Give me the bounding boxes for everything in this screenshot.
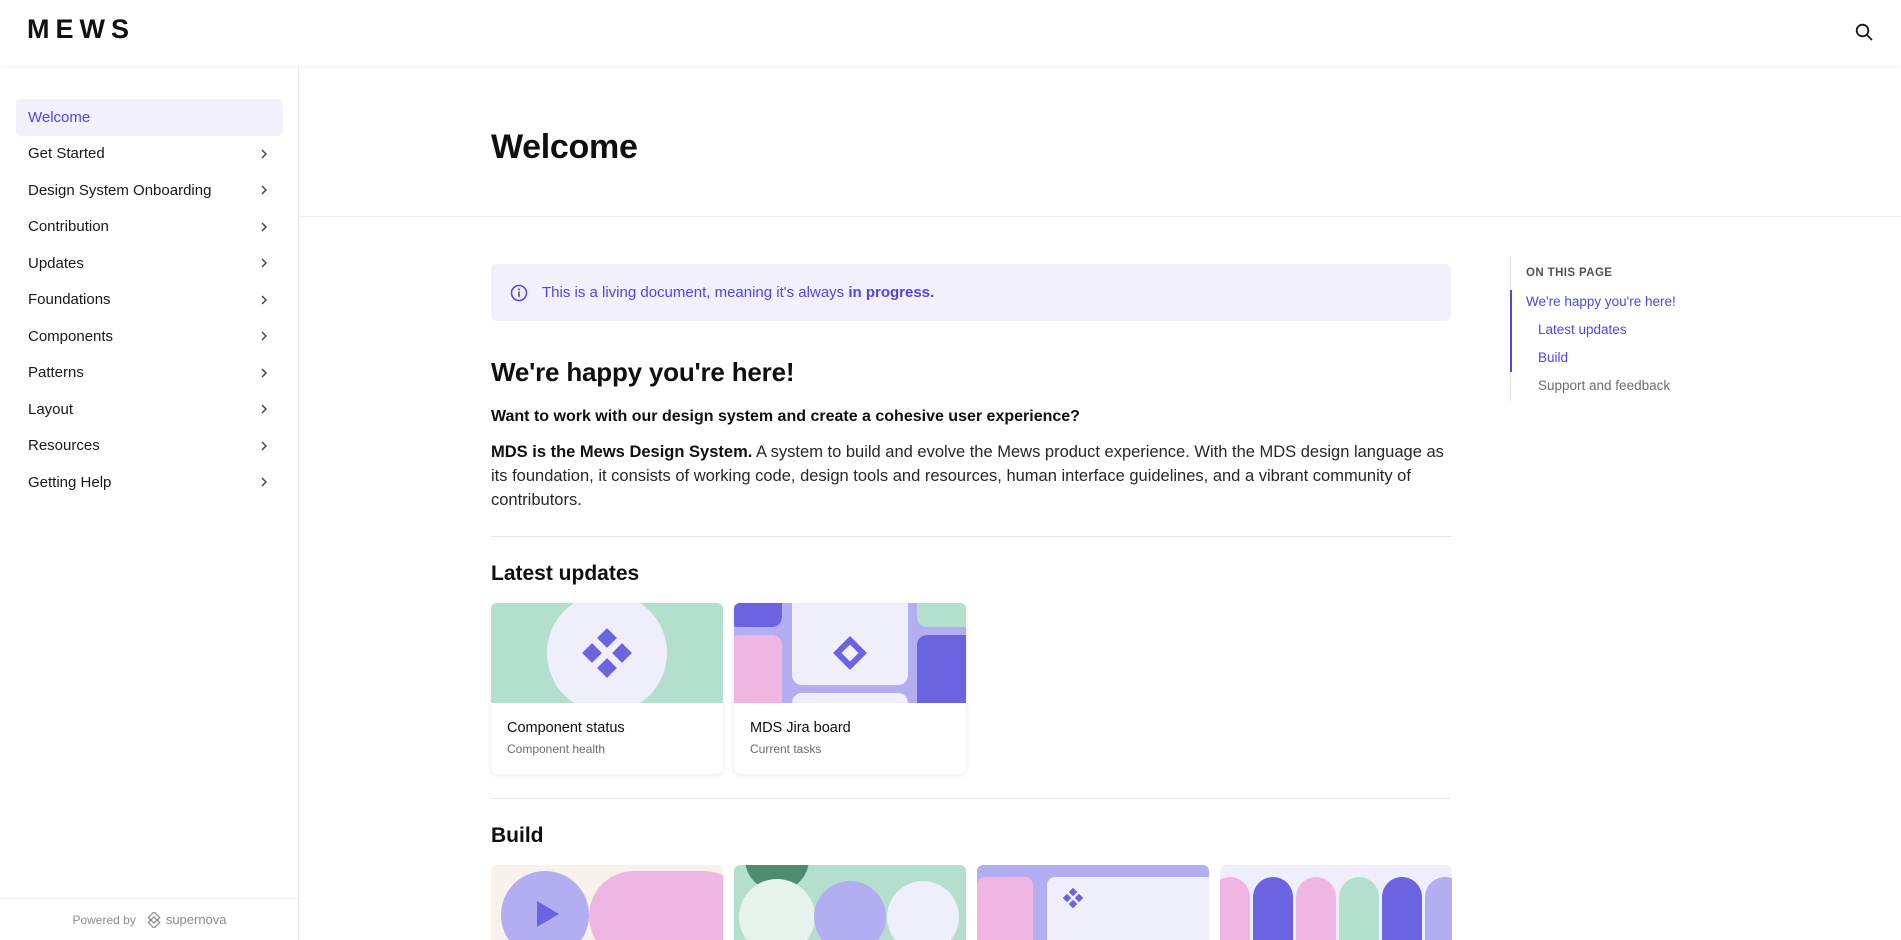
chevron-right-icon: [261, 222, 267, 232]
sidebar-item-contribution[interactable]: Contribution: [16, 209, 283, 246]
update-card-component-status[interactable]: Component status Component health: [491, 603, 723, 774]
supernova-brand-label: supernova: [165, 912, 227, 927]
sidebar-item-updates[interactable]: Updates: [16, 245, 283, 282]
sidebar-item-label: Updates: [28, 254, 84, 272]
sidebar-item-label: Layout: [28, 400, 74, 418]
sidebar-item-foundations[interactable]: Foundations: [16, 282, 283, 319]
callout-text-main: This is a living document, meaning it's …: [542, 284, 849, 301]
supernova-logo-icon: [147, 911, 161, 928]
update-card-jira-board[interactable]: MDS Jira board Current tasks: [734, 603, 966, 774]
section-heading-welcome: We're happy you're here!: [491, 357, 795, 387]
chevron-right-icon: [261, 404, 267, 414]
chevron-right-icon: [261, 477, 267, 487]
callout-text: This is a living document, meaning it's …: [542, 284, 934, 301]
sidebar-item-label: Getting Help: [28, 473, 112, 491]
intro-lead: Want to work with our design system and …: [491, 408, 1080, 425]
sidebar-item-layout[interactable]: Layout: [16, 391, 283, 428]
section-heading-latest-updates: Latest updates: [491, 562, 640, 585]
chevron-right-icon: [261, 258, 267, 268]
powered-by-footer: Powered by supernova: [0, 898, 299, 940]
chevron-right-icon: [261, 331, 267, 341]
build-card-2[interactable]: [734, 865, 966, 940]
card-illustration: [977, 865, 1209, 940]
sidebar-nav: Welcome Get Started Design System Onboar…: [16, 99, 283, 501]
toc-heading: ON THIS PAGE: [1526, 267, 1613, 279]
intro-paragraph-bold: MDS is the Mews Design System.: [491, 443, 753, 461]
section-heading-build: Build: [491, 824, 544, 847]
card-title: Component status: [507, 720, 625, 736]
sidebar-item-resources[interactable]: Resources: [16, 428, 283, 465]
supernova-link[interactable]: supernova: [146, 911, 227, 928]
divider: [491, 536, 1451, 537]
page-title: Welcome: [491, 128, 638, 166]
sidebar-item-welcome[interactable]: Welcome: [16, 99, 283, 136]
intro-paragraph: MDS is the Mews Design System. A system …: [491, 440, 1451, 512]
toc-item-happy[interactable]: We're happy you're here!: [1526, 294, 1676, 309]
card-illustration: [1220, 865, 1452, 940]
chevron-right-icon: [261, 185, 267, 195]
card-title: MDS Jira board: [750, 720, 851, 736]
callout-text-emphasis: in progress.: [848, 284, 935, 301]
chevron-right-icon: [261, 149, 267, 159]
sidebar-item-components[interactable]: Components: [16, 318, 283, 355]
toc-item-latest-updates[interactable]: Latest updates: [1538, 322, 1627, 337]
sidebar-item-design-system-onboarding[interactable]: Design System Onboarding: [16, 172, 283, 209]
card-subtitle: Component health: [507, 742, 606, 756]
sidebar-item-label: Foundations: [28, 291, 111, 309]
card-illustration: [491, 865, 723, 940]
toc-item-build[interactable]: Build: [1538, 350, 1568, 365]
info-callout: This is a living document, meaning it's …: [491, 264, 1451, 321]
toc-item-support-feedback[interactable]: Support and feedback: [1538, 378, 1670, 393]
card-subtitle: Current tasks: [750, 742, 822, 756]
build-card-4[interactable]: [1220, 865, 1452, 940]
build-card-1[interactable]: [491, 865, 723, 940]
info-icon: [510, 284, 528, 301]
divider: [491, 798, 1451, 799]
card-illustration: [491, 603, 723, 713]
chevron-right-icon: [261, 295, 267, 305]
search-button[interactable]: [1851, 19, 1877, 45]
top-bar: MEWS: [0, 0, 1901, 66]
page-header: Welcome: [300, 66, 1901, 217]
sidebar-item-label: Get Started: [28, 145, 105, 163]
sidebar: Welcome Get Started Design System Onboar…: [0, 66, 299, 940]
sidebar-item-getting-help[interactable]: Getting Help: [16, 464, 283, 501]
card-illustration: [734, 603, 966, 723]
sidebar-item-label: Resources: [28, 437, 100, 455]
sidebar-item-label: Design System Onboarding: [28, 181, 212, 199]
sidebar-item-get-started[interactable]: Get Started: [16, 136, 283, 173]
sidebar-item-label: Components: [28, 327, 114, 345]
search-icon: [1855, 23, 1873, 41]
powered-by-label: Powered by: [72, 912, 136, 927]
toc-active-indicator: [1510, 290, 1512, 372]
on-this-page: ON THIS PAGE We're happy you're here! La…: [1510, 256, 1730, 401]
sidebar-item-patterns[interactable]: Patterns: [16, 355, 283, 392]
mews-logo[interactable]: MEWS: [27, 17, 179, 41]
card-illustration: [734, 865, 966, 940]
chevron-right-icon: [261, 368, 267, 378]
main-content: This is a living document, meaning it's …: [491, 264, 1452, 940]
build-card-3[interactable]: [977, 865, 1209, 940]
sidebar-item-label: Patterns: [28, 364, 84, 382]
sidebar-item-label: Contribution: [28, 218, 109, 236]
sidebar-item-label: Welcome: [28, 108, 91, 126]
chevron-right-icon: [261, 441, 267, 451]
svg-text:MEWS: MEWS: [27, 17, 135, 41]
